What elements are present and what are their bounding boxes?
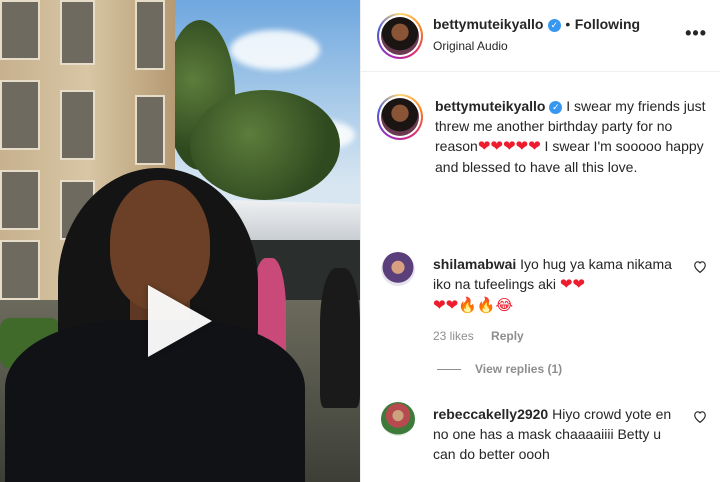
post-header: bettymuteikyallo ✓ • Following Original … [361, 0, 720, 72]
heart-outline-icon[interactable] [693, 410, 707, 426]
commenter-avatar[interactable] [381, 402, 415, 436]
following-button[interactable]: Following [575, 16, 640, 32]
emoji-line-icon: ❤❤🔥🔥😂 [433, 297, 514, 314]
separator-dot: • [565, 16, 571, 32]
author-avatar[interactable] [377, 13, 423, 59]
caption-author-avatar[interactable] [377, 94, 423, 140]
view-replies-label: View replies (1) [475, 362, 563, 376]
comment-item: shilamabwai Iyo hug ya kama nikama iko n… [377, 252, 707, 362]
video-player[interactable] [0, 0, 360, 482]
header-title-row: bettymuteikyallo ✓ • Following [433, 16, 640, 34]
play-icon[interactable] [148, 285, 212, 357]
commenter-avatar[interactable] [381, 252, 415, 286]
heart-emoji-icon: ❤❤ [559, 276, 585, 293]
comment-body: shilamabwai Iyo hug ya kama nikama iko n… [433, 254, 685, 346]
comment-item: rebeccakelly2920 Hiyo crowd yote en no o… [377, 402, 707, 472]
author-username[interactable]: bettymuteikyallo [433, 16, 543, 32]
caption-text: bettymuteikyallo ✓ I swear my friends ju… [435, 96, 715, 177]
more-options-icon[interactable]: ••• [685, 24, 707, 42]
caption-username[interactable]: bettymuteikyallo [435, 98, 545, 114]
commenter-username[interactable]: shilamabwai [433, 256, 516, 272]
comment-meta: 23 likes Reply [433, 326, 685, 346]
comment-like-count[interactable]: 23 likes [433, 329, 474, 343]
post-side-panel: bettymuteikyallo ✓ • Following Original … [360, 0, 720, 482]
heart-outline-icon[interactable] [693, 260, 707, 276]
video-tree [190, 90, 340, 200]
verified-badge-icon: ✓ [549, 101, 563, 114]
verified-badge-icon: ✓ [547, 19, 561, 32]
view-replies-button[interactable]: View replies (1) [437, 362, 562, 376]
video-cloud [230, 30, 320, 70]
replies-divider [437, 369, 461, 371]
heart-emoji-icon: ❤❤❤❤❤ [477, 138, 541, 155]
video-bystander [320, 268, 360, 408]
audio-label[interactable]: Original Audio [433, 39, 508, 53]
comment-body: rebeccakelly2920 Hiyo crowd yote en no o… [433, 404, 685, 464]
reply-button[interactable]: Reply [491, 329, 524, 343]
commenter-username[interactable]: rebeccakelly2920 [433, 406, 548, 422]
